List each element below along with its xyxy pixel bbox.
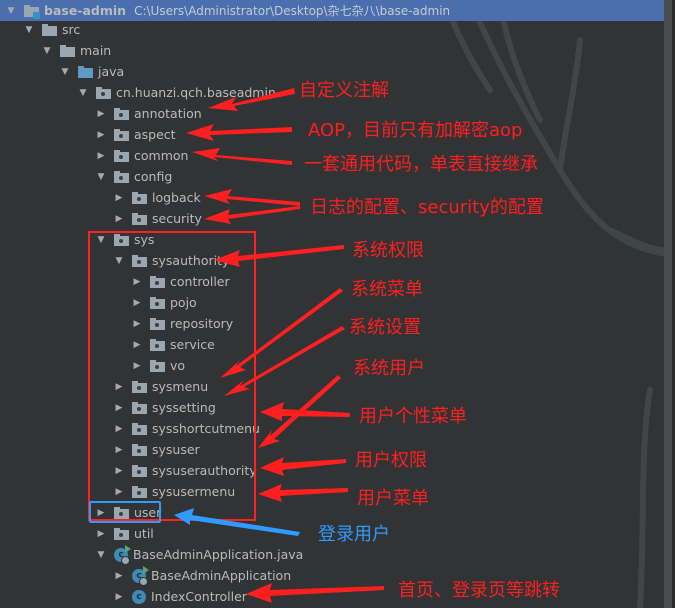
user-highlight-box (89, 501, 161, 523)
package-icon (114, 128, 129, 141)
tree-item[interactable]: ▼ src (0, 19, 664, 40)
module-folder-icon (24, 4, 40, 19)
source-root-folder-icon (78, 65, 93, 78)
project-name: base-admin (44, 3, 127, 18)
tree-item-label: cn.huanzi.qch.baseadmin (116, 85, 276, 100)
spring-boot-class-icon: c (114, 544, 131, 565)
vertical-scrollbar[interactable] (664, 0, 672, 608)
note-config: 日志的配置、security的配置 (310, 197, 544, 218)
expanded-arrow-icon[interactable]: ▼ (42, 46, 52, 56)
expanded-arrow-icon[interactable]: ▼ (60, 67, 70, 77)
note-aspect: AOP，目前只有加解密aop (308, 120, 523, 141)
tree-item[interactable]: ▼ c BaseAdminApplication.java (0, 544, 664, 565)
note-sysuserauthority: 用户权限 (355, 450, 427, 471)
sys-highlight-box (88, 231, 256, 521)
expanded-arrow-icon[interactable]: ▼ (78, 88, 88, 98)
tree-item-label: security (152, 211, 202, 226)
tree-item-label: java (98, 64, 125, 79)
expanded-arrow-icon[interactable]: ▼ (96, 172, 106, 182)
note-user: 登录用户 (318, 524, 390, 545)
tree-item-label: util (134, 526, 154, 541)
project-path: C:\Users\Administrator\Desktop\杂七杂八\base… (134, 4, 451, 18)
note-common: 一套通用代码，单表直接继承 (304, 154, 538, 175)
folder-icon (42, 23, 57, 36)
tree-item-label: annotation (134, 106, 202, 121)
note-sysmenu: 系统菜单 (351, 279, 423, 300)
collapsed-arrow-icon[interactable]: ▶ (114, 214, 124, 224)
package-icon (114, 170, 129, 183)
tree-item-label: aspect (134, 127, 176, 142)
tree-item[interactable]: ▶ c IndexController (0, 586, 664, 607)
tree-item-label: logback (152, 190, 201, 205)
collapsed-arrow-icon[interactable]: ▶ (96, 529, 106, 539)
collapsed-arrow-icon[interactable]: ▶ (96, 109, 106, 119)
collapsed-arrow-icon[interactable]: ▶ (114, 592, 124, 602)
package-icon (132, 212, 147, 225)
note-sysshortcutmenu: 用户个性菜单 (359, 406, 467, 427)
spring-boot-class-icon: c (132, 565, 149, 586)
tree-item-label: main (80, 43, 112, 58)
note-sysuser: 系统用户 (353, 358, 425, 379)
expanded-arrow-icon[interactable]: ▼ (6, 6, 16, 16)
note-syssetting: 系统设置 (349, 317, 421, 338)
package-icon (114, 527, 129, 540)
tree-item-label: BaseAdminApplication (151, 568, 292, 583)
tree-item-label: src (62, 22, 81, 37)
collapsed-arrow-icon[interactable]: ▶ (114, 193, 124, 203)
collapsed-arrow-icon[interactable]: ▶ (96, 151, 106, 161)
package-icon (96, 86, 111, 99)
tree-item-label: common (134, 148, 189, 163)
tree-item[interactable]: ▼ main (0, 40, 664, 61)
folder-icon (60, 44, 75, 57)
collapsed-arrow-icon[interactable]: ▶ (96, 130, 106, 140)
expanded-arrow-icon[interactable]: ▼ (96, 550, 106, 560)
package-icon (132, 191, 147, 204)
expanded-arrow-icon[interactable]: ▼ (24, 25, 34, 35)
tree-item-label: config (134, 169, 173, 184)
package-icon (114, 149, 129, 162)
collapsed-arrow-icon[interactable]: ▶ (114, 571, 124, 581)
tree-item-label: BaseAdminApplication.java (133, 547, 304, 562)
note-sysusermenu: 用户菜单 (357, 488, 429, 509)
tree-item[interactable]: ▶ c BaseAdminApplication (0, 565, 664, 586)
note-annotation: 自定义注解 (299, 80, 389, 101)
package-icon (114, 107, 129, 120)
tree-item-label: IndexController (151, 589, 247, 604)
note-sysauthority: 系统权限 (352, 240, 424, 261)
project-tool-window: ▼ base-admin C:\Users\Administrator\Desk… (0, 0, 675, 608)
note-indexcontroller: 首页、登录页等跳转 (398, 580, 560, 601)
tree-root-base-admin[interactable]: ▼ base-admin C:\Users\Administrator\Desk… (0, 0, 664, 21)
class-icon: c (132, 589, 146, 604)
